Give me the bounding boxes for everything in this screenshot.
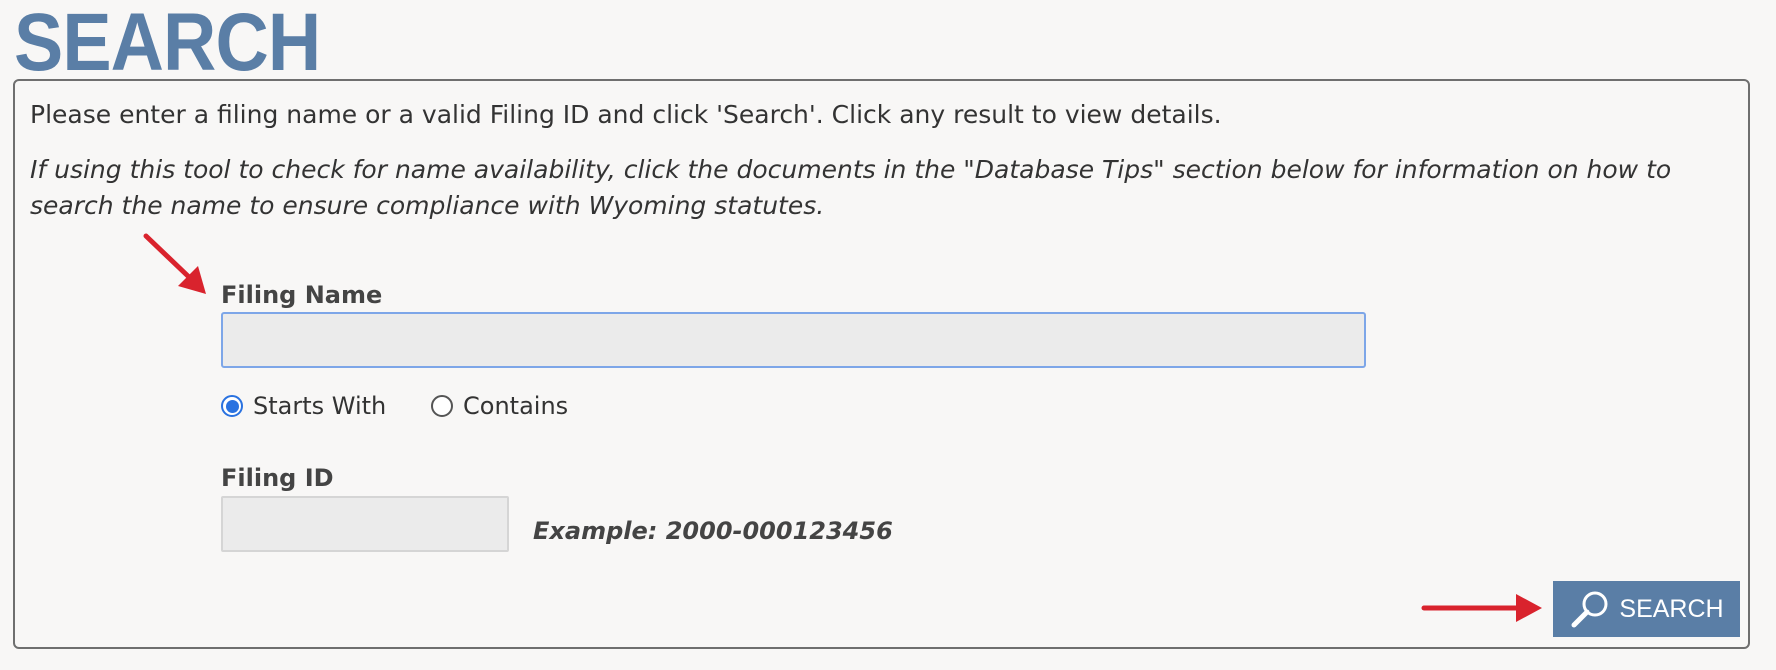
filing-id-example: Example: 2000-000123456 — [533, 517, 893, 545]
radio-starts-with[interactable]: Starts With — [221, 392, 386, 420]
filing-name-input[interactable] — [221, 312, 1366, 368]
intro-text: Please enter a filing name or a valid Fi… — [30, 100, 1222, 129]
filing-name-label: Filing Name — [221, 281, 383, 309]
search-button-label: SEARCH — [1619, 594, 1724, 623]
name-availability-tip: If using this tool to check for name ava… — [30, 155, 1672, 220]
radio-contains-label: Contains — [463, 392, 569, 420]
radio-unselected-icon[interactable] — [431, 395, 453, 417]
magnifier-icon — [1571, 591, 1608, 628]
page-title: SEARCH — [14, 0, 321, 88]
radio-selected-icon[interactable] — [221, 395, 243, 417]
search-button[interactable]: SEARCH — [1553, 581, 1740, 637]
radio-starts-with-label: Starts With — [253, 392, 387, 420]
filing-id-input[interactable] — [221, 496, 509, 552]
radio-contains[interactable]: Contains — [431, 392, 568, 420]
filing-id-label: Filing ID — [221, 464, 334, 492]
